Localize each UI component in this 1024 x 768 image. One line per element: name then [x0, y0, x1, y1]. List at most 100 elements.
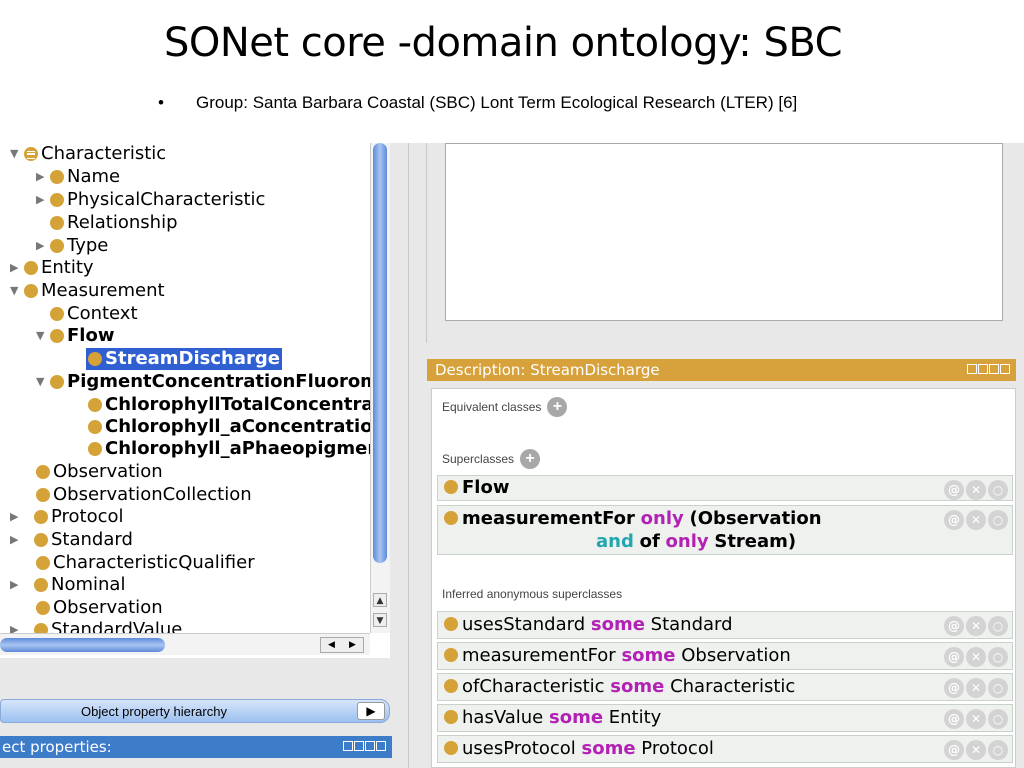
collapse-arrow-icon[interactable]: ▶ — [36, 235, 50, 257]
axiom-keyword: and — [596, 531, 634, 552]
tree-item-characteristicqualifier[interactable]: CharacteristicQualifier — [36, 552, 255, 574]
delete-icon[interactable]: ✕ — [966, 480, 986, 500]
tree-item-pigmentconcentrationfluorom[interactable]: ▼ PigmentConcentrationFluorom — [36, 371, 370, 393]
tree-item-chlorophyll-aconcentration[interactable]: Chlorophyll_aConcentrationI — [88, 416, 370, 438]
annotate-icon[interactable]: @ — [944, 510, 964, 530]
tree-item-name[interactable]: ▶ Name — [36, 166, 120, 188]
inferred-axiom[interactable]: measurementFor some Observation @ ✕ ○ — [437, 642, 1013, 670]
axiom-controls[interactable]: @ ✕ ○ — [944, 678, 1008, 698]
class-icon — [36, 465, 50, 479]
float-icon[interactable] — [989, 364, 999, 374]
tree-item-observationcollection[interactable]: ObservationCollection — [36, 484, 252, 506]
scroll-arrows[interactable]: ◀ ▶ — [320, 637, 364, 653]
split-icon[interactable] — [343, 741, 353, 751]
tree-item-standard[interactable]: ▶ Standard — [10, 529, 133, 551]
annotate-icon[interactable]: @ — [944, 616, 964, 636]
inferred-axiom[interactable]: usesStandard some Standard @ ✕ ○ — [437, 611, 1013, 639]
class-icon — [88, 442, 102, 456]
delete-icon[interactable]: ✕ — [966, 709, 986, 729]
panel-divider[interactable] — [408, 143, 409, 768]
edit-icon[interactable]: ○ — [988, 678, 1008, 698]
edit-icon[interactable]: ○ — [988, 709, 1008, 729]
delete-icon[interactable]: ✕ — [966, 678, 986, 698]
expand-arrow-icon[interactable]: ▼ — [36, 371, 50, 393]
collapse-arrow-icon[interactable]: ▶ — [10, 619, 24, 633]
close-icon[interactable] — [376, 741, 386, 751]
tree-item-flow[interactable]: ▼ Flow — [36, 325, 114, 347]
float-icon[interactable] — [365, 741, 375, 751]
edit-icon[interactable]: ○ — [988, 740, 1008, 760]
delete-icon[interactable]: ✕ — [966, 647, 986, 667]
tree-item-context[interactable]: Context — [50, 303, 138, 325]
delete-icon[interactable]: ✕ — [966, 616, 986, 636]
minimize-icon[interactable] — [354, 741, 364, 751]
edit-icon[interactable]: ○ — [988, 480, 1008, 500]
collapse-arrow-icon[interactable]: ▶ — [10, 529, 24, 551]
axiom-controls[interactable]: @ ✕ ○ — [944, 709, 1008, 729]
edit-icon[interactable]: ○ — [988, 510, 1008, 530]
tree-item-nominal[interactable]: ▶ Nominal — [10, 574, 125, 596]
tree-item-chlorophylltotalconcentration[interactable]: ChlorophyllTotalConcentrati — [88, 394, 370, 416]
scrollbar-thumb[interactable] — [373, 143, 387, 563]
add-equivalent-class-icon[interactable]: + — [547, 397, 568, 417]
view-controls[interactable] — [343, 741, 386, 751]
scroll-left-icon[interactable]: ◀ — [321, 638, 342, 652]
close-icon[interactable] — [1000, 364, 1010, 374]
view-controls[interactable] — [967, 364, 1010, 374]
collapse-arrow-icon[interactable]: ▶ — [10, 506, 24, 528]
annotate-icon[interactable]: @ — [944, 678, 964, 698]
minimize-icon[interactable] — [978, 364, 988, 374]
scroll-up-icon[interactable]: ▲ — [373, 593, 387, 607]
tree-item-characteristic[interactable]: ▼ Characteristic — [10, 143, 166, 165]
inferred-axiom[interactable]: hasValue some Entity @ ✕ ○ — [437, 704, 1013, 732]
tree-horizontal-scrollbar[interactable]: ◀ ▶ — [0, 633, 370, 655]
edit-icon[interactable]: ○ — [988, 616, 1008, 636]
axiom-controls[interactable]: @ ✕ ○ — [944, 740, 1008, 760]
expand-arrow-icon[interactable]: ▼ — [10, 280, 24, 302]
axiom-controls[interactable]: @ ✕ ○ — [944, 480, 1008, 500]
tree-item-type[interactable]: ▶ Type — [36, 235, 108, 257]
annotate-icon[interactable]: @ — [944, 647, 964, 667]
tree-item-protocol[interactable]: ▶ Protocol — [10, 506, 124, 528]
tree-item-observation[interactable]: Observation — [36, 461, 163, 483]
split-icon[interactable] — [967, 364, 977, 374]
annotate-icon[interactable]: @ — [944, 480, 964, 500]
panel-divider[interactable] — [426, 143, 427, 343]
superclass-axiom-measurementfor[interactable]: measurementFor only (Observation and of … — [437, 505, 1013, 555]
scroll-down-icon[interactable]: ▼ — [373, 613, 387, 627]
collapse-arrow-icon[interactable]: ▶ — [36, 189, 50, 211]
tree-vertical-scrollbar[interactable]: ▲ ▼ — [370, 143, 390, 633]
axiom-property: hasValue — [462, 707, 544, 728]
tree-item-measurement[interactable]: ▼ Measurement — [10, 280, 165, 302]
delete-icon[interactable]: ✕ — [966, 510, 986, 530]
class-annotations-box — [445, 143, 1003, 321]
tree-item-standardvalue[interactable]: ▶ StandardValue — [10, 619, 182, 633]
collapse-arrow-icon[interactable]: ▶ — [36, 166, 50, 188]
object-property-hierarchy-tab[interactable]: Object property hierarchy ▶ — [0, 699, 390, 723]
scroll-right-icon[interactable]: ▶ — [342, 638, 363, 652]
tree-item-streamdischarge[interactable]: StreamDischarge — [86, 348, 282, 370]
axiom-controls[interactable]: @ ✕ ○ — [944, 616, 1008, 636]
tree-item-observation-2[interactable]: Observation — [36, 597, 163, 619]
edit-icon[interactable]: ○ — [988, 647, 1008, 667]
expand-arrow-icon[interactable]: ▼ — [36, 325, 50, 347]
inferred-axiom[interactable]: usesProtocol some Protocol @ ✕ ○ — [437, 735, 1013, 763]
annotate-icon[interactable]: @ — [944, 709, 964, 729]
scrollbar-thumb[interactable] — [0, 638, 165, 652]
collapse-arrow-icon[interactable]: ▶ — [10, 257, 24, 279]
add-superclass-icon[interactable]: + — [520, 449, 541, 469]
tree-item-entity[interactable]: ▶ Entity — [10, 257, 94, 279]
axiom-controls[interactable]: @ ✕ ○ — [944, 510, 1008, 530]
inferred-axiom[interactable]: ofCharacteristic some Characteristic @ ✕… — [437, 673, 1013, 701]
superclass-axiom-flow[interactable]: Flow @ ✕ ○ — [437, 475, 1013, 501]
annotate-icon[interactable]: @ — [944, 740, 964, 760]
class-icon — [50, 239, 64, 253]
axiom-controls[interactable]: @ ✕ ○ — [944, 647, 1008, 667]
collapse-arrow-icon[interactable]: ▶ — [10, 574, 24, 596]
tree-item-chlorophyll-aphaeopigment[interactable]: Chlorophyll_aPhaeopigment — [88, 438, 370, 460]
tree-item-physicalcharacteristic[interactable]: ▶ PhysicalCharacteristic — [36, 189, 265, 211]
play-icon[interactable]: ▶ — [357, 702, 385, 720]
tree-item-relationship[interactable]: Relationship — [50, 212, 178, 234]
delete-icon[interactable]: ✕ — [966, 740, 986, 760]
expand-arrow-icon[interactable]: ▼ — [10, 143, 24, 165]
